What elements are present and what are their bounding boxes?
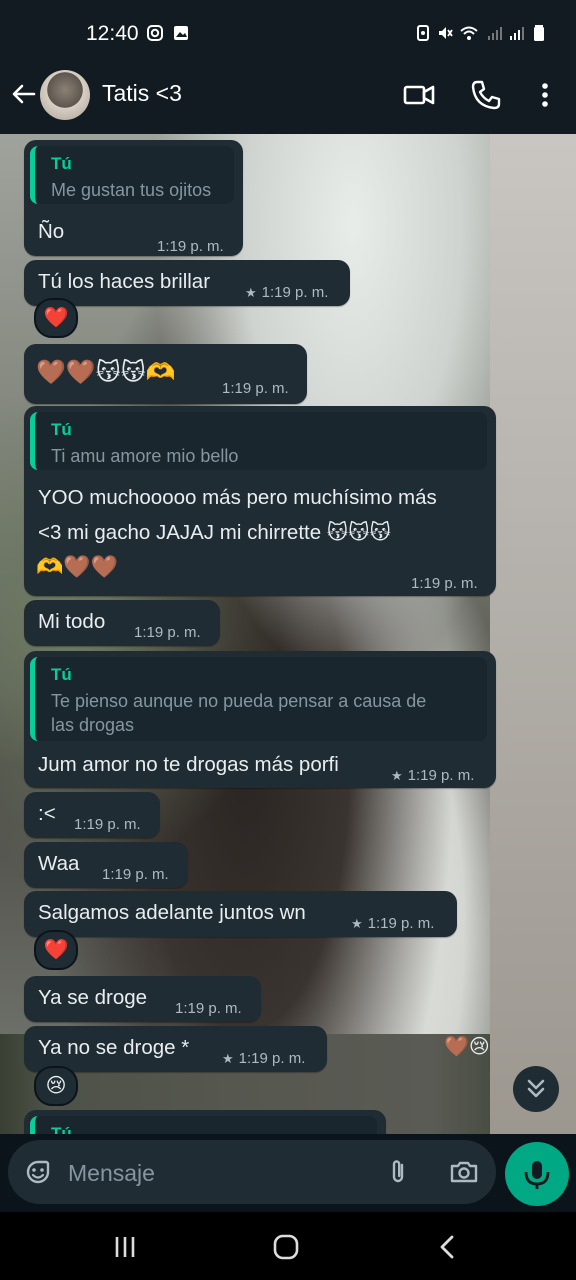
gallery-icon (174, 26, 188, 40)
message-bubble[interactable]: Mi todo 1:19 p. m. (24, 600, 220, 646)
camera-icon[interactable] (448, 1156, 480, 1188)
message-bubble[interactable]: :< 1:19 p. m. (24, 792, 160, 838)
battery-icon (534, 25, 544, 41)
message-time: 1:19 p. m. (74, 816, 141, 833)
emoji-icon[interactable] (22, 1156, 54, 1188)
message-input-bar: Mensaje (0, 1134, 576, 1212)
mute-icon (439, 27, 453, 39)
star-icon: ★ (351, 916, 363, 931)
chevron-double-down-icon (527, 1079, 545, 1098)
back-arrow-icon[interactable] (10, 80, 38, 108)
voice-message-button[interactable] (505, 1142, 569, 1206)
message-time: 1:19 p. m. (102, 866, 169, 883)
quoted-message[interactable]: Tú Me gustan tus ojitos (30, 146, 234, 204)
voice-call-icon[interactable] (469, 78, 503, 112)
wifi-icon (460, 26, 478, 40)
chat-header: Tatis <3 (0, 68, 576, 134)
signal-icon-2 (510, 27, 524, 40)
instagram-icon (147, 25, 163, 41)
message-time: 1:19 p. m. (238, 1050, 306, 1067)
message-time: 1:19 p. m. (367, 915, 435, 932)
input-placeholder: Mensaje (68, 1160, 155, 1186)
system-navigation-bar (0, 1212, 576, 1280)
floating-reaction: 🤎😢 (444, 1036, 490, 1058)
message-text: Ño (38, 220, 65, 243)
more-options-icon[interactable] (528, 78, 562, 112)
message-text: :< (38, 802, 56, 825)
quoted-message[interactable]: Tú (30, 1116, 377, 1134)
reaction-badge[interactable]: ❤️ (34, 298, 78, 338)
message-time: 1:19 p. m. (134, 624, 201, 641)
signal-icon (488, 27, 502, 40)
message-bubble[interactable]: Waa 1:19 p. m. (24, 842, 188, 888)
quote-author: Tú (51, 154, 72, 173)
recent-apps-icon[interactable] (108, 1230, 142, 1264)
avatar[interactable] (40, 70, 90, 120)
video-call-icon[interactable] (402, 78, 436, 112)
message-bubble[interactable]: Ya se droge 1:19 p. m. (24, 976, 261, 1022)
message-bubble[interactable]: Tú Me gustan tus ojitos Ño 1:19 p. m. (24, 140, 243, 256)
message-time: 1:19 p. m. (411, 575, 478, 592)
chat-wallpaper-edge (490, 134, 576, 1134)
message-time: 1:19 p. m. (407, 767, 475, 784)
message-text: Jum amor no te drogas más porfi (38, 753, 339, 776)
message-text-line: 🫶🤎🤎 (36, 554, 119, 579)
message-bubble[interactable]: Tú Te pienso aunque no pueda pensar a ca… (24, 651, 496, 788)
chat-area[interactable]: Tú Me gustan tus ojitos Ño 1:19 p. m. Tú… (0, 134, 576, 1134)
message-text: 🤎🤎😽😽🫶 (36, 359, 176, 386)
battery-saver-icon (417, 25, 429, 41)
message-text: Tú los haces brillar (38, 270, 211, 293)
reaction-badge[interactable]: ❤️ (34, 930, 78, 970)
star-icon: ★ (245, 285, 257, 300)
message-time: 1:19 p. m. (175, 1000, 242, 1017)
message-bubble[interactable]: 🤎🤎😽😽🫶 1:19 p. m. (24, 344, 307, 404)
message-text: Mi todo (38, 610, 106, 633)
message-text: Ya no se droge * (38, 1036, 190, 1059)
quote-author: Tú (51, 665, 72, 684)
home-icon[interactable] (269, 1230, 303, 1264)
contact-name[interactable]: Tatis <3 (102, 80, 182, 107)
message-text: Salgamos adelante juntos wn (38, 901, 306, 924)
message-input[interactable]: Mensaje (8, 1140, 496, 1204)
message-time: 1:19 p. m. (261, 284, 329, 301)
status-time: 12:40 (86, 22, 139, 45)
star-icon: ★ (222, 1051, 234, 1066)
quoted-message[interactable]: Tú Te pienso aunque no pueda pensar a ca… (30, 657, 487, 741)
message-bubble[interactable]: Tú Ti amu amore mio bello YOO muchooooo … (24, 406, 496, 596)
back-icon[interactable] (431, 1230, 465, 1264)
message-bubble[interactable]: Tú los haces brillar ★ 1:19 p. m. (24, 260, 350, 306)
quote-text-line: Te pienso aunque no pueda pensar a causa… (51, 691, 427, 711)
message-bubble[interactable]: Tú (24, 1110, 386, 1134)
message-text-line: YOO muchooooo más pero muchísimo más (38, 486, 437, 509)
attach-icon[interactable] (382, 1156, 414, 1188)
message-text-line: <3 mi gacho JAJAJ mi chirrette 😽😽😽 (38, 521, 391, 544)
message-time: 1:19 p. m. (157, 238, 224, 255)
status-bar: 12:40 (0, 0, 576, 68)
reaction-badge[interactable]: 😢 (34, 1066, 78, 1106)
quote-text: Ti amu amore mio bello (51, 446, 239, 466)
quote-author: Tú (51, 420, 72, 439)
microphone-icon (524, 1161, 550, 1189)
quote-text: Me gustan tus ojitos (51, 180, 212, 200)
message-bubble[interactable]: Ya no se droge * ★ 1:19 p. m. (24, 1026, 327, 1072)
message-text: Waa (38, 852, 80, 875)
message-text: Ya se droge (38, 986, 148, 1009)
quoted-message[interactable]: Tú Ti amu amore mio bello (30, 412, 487, 470)
quote-text-line: las drogas (51, 715, 135, 735)
message-time: 1:19 p. m. (222, 380, 289, 397)
star-icon: ★ (391, 768, 403, 783)
message-bubble[interactable]: Salgamos adelante juntos wn ★ 1:19 p. m. (24, 891, 457, 937)
scroll-to-bottom-button[interactable] (513, 1066, 559, 1112)
quote-author: Tú (51, 1124, 72, 1134)
